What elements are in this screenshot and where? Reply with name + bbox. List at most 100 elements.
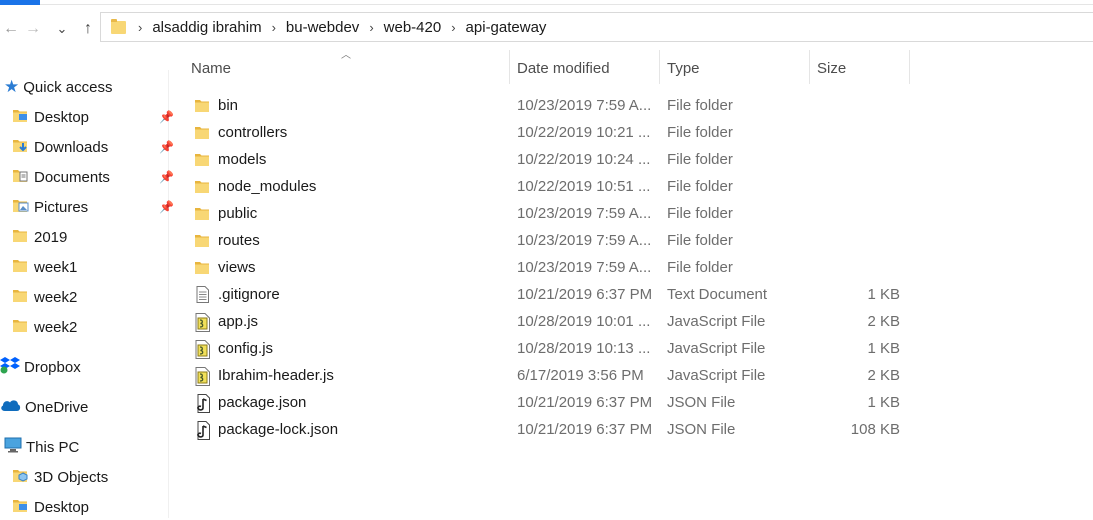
file-date-modified: 10/23/2019 7:59 A... [517,97,652,114]
file-row[interactable]: node_modules 10/22/2019 10:51 ... File fol… [190,173,910,200]
sidebar-item-quick-access[interactable]: ★ Quick access [4,74,112,100]
column-divider[interactable] [509,50,510,84]
file-row[interactable]: package.json 10/21/2019 6:37 PM JSON File 1… [190,389,910,416]
folder-icon [12,227,34,248]
file-name: views [218,259,256,276]
pin-icon[interactable]: 📌 [159,200,174,214]
chevron-right-icon: › [369,19,374,35]
file-row[interactable]: package-lock.json 10/21/2019 6:37 PM JSON … [190,416,910,443]
file-row[interactable]: Ibrahim-header.js 6/17/2019 3:56 PM JavaSc… [190,362,910,389]
recent-locations-button[interactable]: ⌄ [51,18,73,40]
breadcrumb-item[interactable]: alsaddig ibrahim [152,19,261,36]
folder-icon [194,232,212,249]
breadcrumb-item[interactable]: bu-webdev [286,19,359,36]
file-row[interactable]: bin 10/23/2019 7:59 A... File folder [190,92,910,119]
file-row[interactable]: public 10/23/2019 7:59 A... File folder [190,200,910,227]
documents-folder-icon [12,167,34,188]
title-accent-strip [0,0,40,5]
breadcrumb-item[interactable]: web-420 [384,19,442,36]
address-bar[interactable]: › alsaddig ibrahim › bu-webdev › web-420… [100,12,1093,42]
sidebar-item-3d-objects[interactable]: 3D Objects [12,464,108,490]
column-divider[interactable] [909,50,910,84]
sidebar-item-week2[interactable]: week2 [12,314,77,340]
folder-icon [12,257,34,278]
back-button[interactable]: ← [0,18,22,40]
column-header-size[interactable]: Size [817,53,846,83]
sort-ascending-icon: ︿ [341,50,351,61]
text-file-icon [194,286,212,303]
js-file-icon [194,340,212,359]
file-row[interactable]: app.js 10/28/2019 10:01 ... JavaScript Fil… [190,308,910,335]
sidebar-item-downloads[interactable]: Downloads 📌 [12,134,174,160]
sidebar-item-pictures[interactable]: Pictures 📌 [12,194,174,220]
sidebar-item-documents[interactable]: Documents 📌 [12,164,174,190]
forward-arrow-icon: → [25,20,41,37]
sidebar-item-label: week1 [34,258,78,276]
sidebar-item-this-pc[interactable]: This PC [4,434,79,460]
json-file-icon [194,394,212,413]
file-size: 2 KB [867,313,900,330]
file-type: JavaScript File [667,367,766,384]
js-file-icon [194,367,212,386]
file-date-modified: 10/23/2019 7:59 A... [517,259,652,276]
folder-icon [194,259,212,276]
file-name: models [218,151,267,168]
file-type: JavaScript File [667,340,766,357]
up-button[interactable]: ↑ [77,18,99,40]
folder-icon [194,178,212,195]
folder-icon [12,287,34,308]
pin-icon[interactable]: 📌 [159,140,174,154]
back-arrow-icon: ← [3,20,19,37]
file-name: public [218,205,258,222]
sidebar-item-week1[interactable]: week1 [12,254,77,280]
column-divider[interactable] [659,50,660,84]
desktop-folder-icon [12,497,34,518]
sidebar-item-week2[interactable]: week2 [12,284,77,310]
desktop-folder-icon [12,107,34,128]
sidebar-item-label: Pictures [34,198,89,216]
pin-icon[interactable]: 📌 [159,110,174,124]
file-date-modified: 10/22/2019 10:21 ... [517,124,651,141]
folder-icon [12,317,34,338]
file-row[interactable]: controllers 10/22/2019 10:21 ... File fold… [190,119,910,146]
title-divider [40,4,1093,5]
column-header-date[interactable]: Date modified [517,53,610,83]
column-header-type[interactable]: Type [667,53,700,83]
sidebar-item-onedrive[interactable]: OneDrive [0,394,88,420]
js-file-icon [194,313,212,332]
file-type: File folder [667,151,733,168]
up-arrow-icon: ↑ [84,20,92,37]
sidebar-item-dropbox[interactable]: Dropbox [0,354,81,380]
file-name: config.js [218,340,274,357]
column-header-name[interactable]: Name [191,53,231,83]
sidebar-item-label: Desktop [34,498,90,516]
chevron-right-icon: › [271,19,276,35]
file-row[interactable]: routes 10/23/2019 7:59 A... File folder [190,227,910,254]
chevron-right-icon: › [138,19,143,35]
breadcrumb-item[interactable]: api-gateway [466,19,547,36]
folder-icon [194,205,212,222]
sidebar-item-desktop[interactable]: Desktop 📌 [12,104,174,130]
folder-icon [111,18,126,34]
file-row[interactable]: .gitignore 10/21/2019 6:37 PM Text Documen… [190,281,910,308]
file-name: controllers [218,124,288,141]
sidebar-item-label: 2019 [34,228,68,246]
file-row[interactable]: views 10/23/2019 7:59 A... File folder [190,254,910,281]
sidebar-item-label: week2 [34,318,78,336]
file-row[interactable]: config.js 10/28/2019 10:13 ... JavaScript … [190,335,910,362]
folder-icon [194,151,212,168]
sidebar-item-2019[interactable]: 2019 [12,224,67,250]
pin-icon[interactable]: 📌 [159,170,174,184]
file-type: File folder [667,178,733,195]
file-name: Ibrahim-header.js [218,367,334,384]
file-size: 2 KB [867,367,900,384]
folder-icon [194,124,212,141]
json-file-icon [194,421,212,440]
column-divider[interactable] [809,50,810,84]
forward-button[interactable]: → [22,18,44,40]
file-name: package.json [218,394,307,411]
file-date-modified: 6/17/2019 3:56 PM [517,367,644,384]
sidebar-item-desktop[interactable]: Desktop [12,494,89,520]
file-row[interactable]: models 10/22/2019 10:24 ... File folder [190,146,910,173]
file-name: package-lock.json [218,421,339,438]
